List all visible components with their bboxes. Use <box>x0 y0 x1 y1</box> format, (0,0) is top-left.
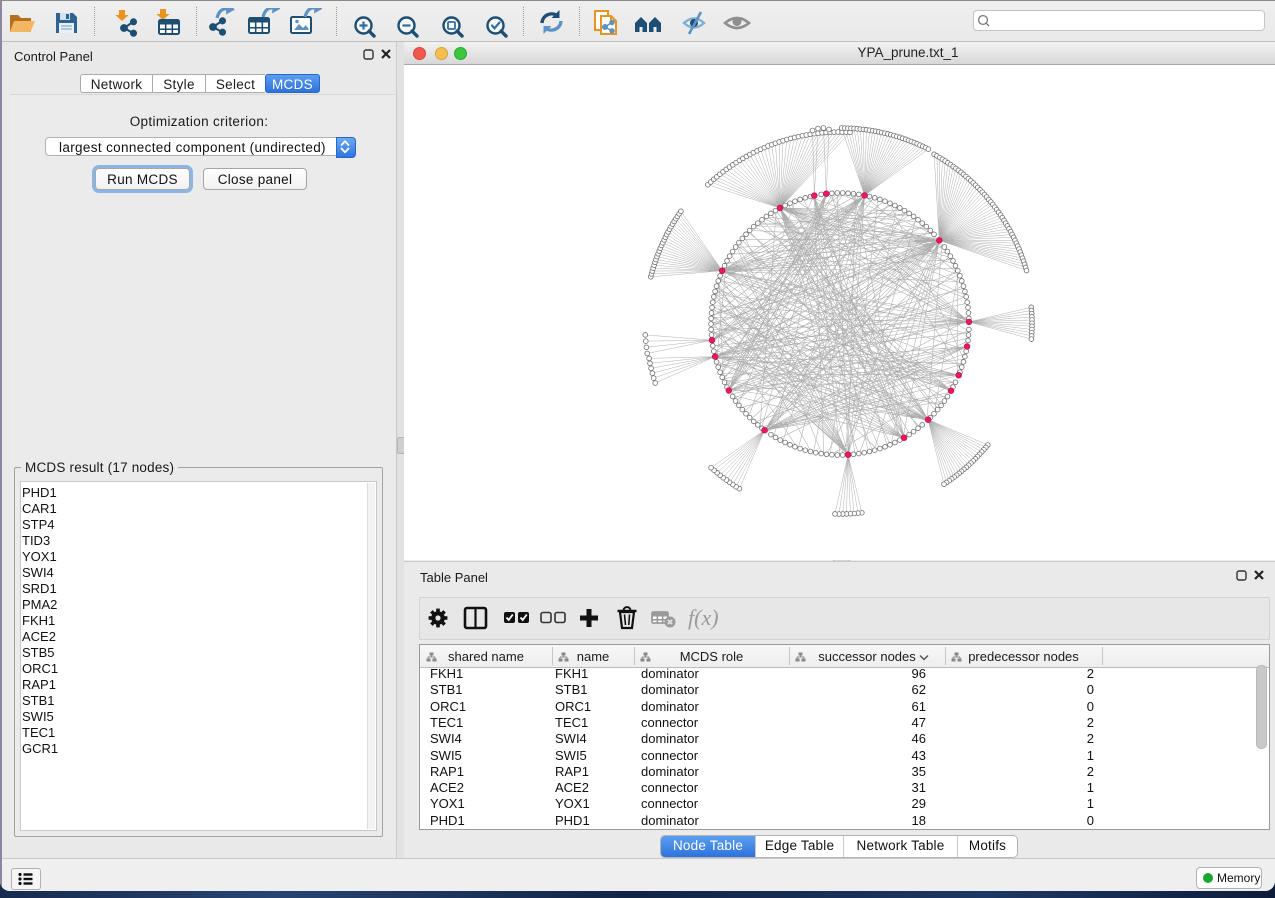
svg-text:f(x): f(x) <box>688 605 719 630</box>
